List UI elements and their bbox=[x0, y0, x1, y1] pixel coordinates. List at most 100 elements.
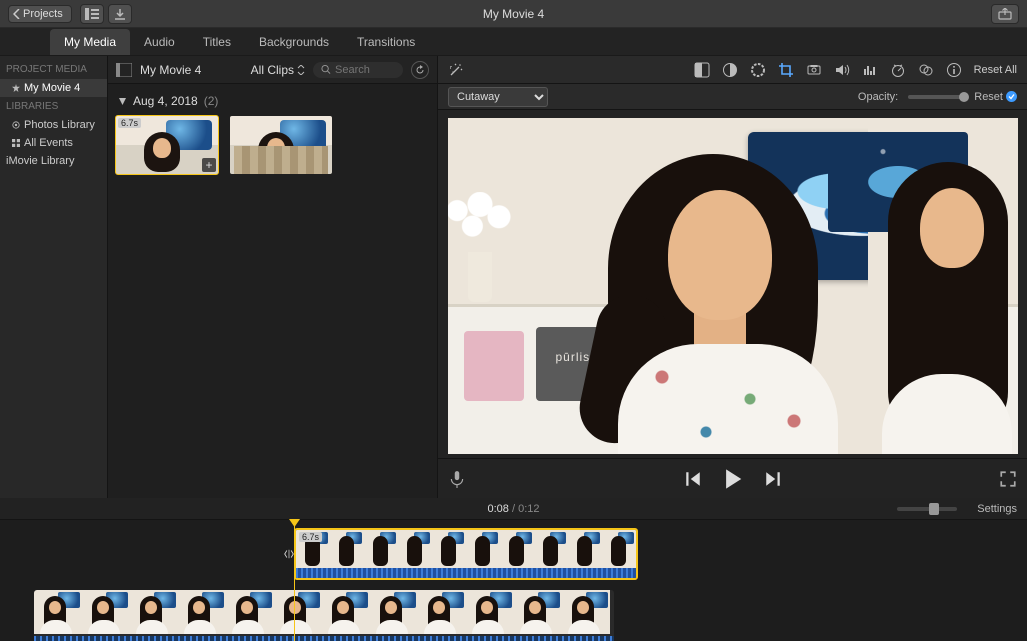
import-media-button[interactable] bbox=[108, 4, 132, 24]
share-button[interactable] bbox=[991, 4, 1019, 24]
window-title: My Movie 4 bbox=[483, 7, 544, 21]
overlay-clip-duration: 6.7s bbox=[299, 532, 322, 542]
timeline-settings-button[interactable]: Settings bbox=[977, 503, 1017, 515]
fullscreen-button[interactable] bbox=[999, 470, 1017, 488]
preview-cutaway-scene bbox=[868, 118, 1018, 454]
appearance-button[interactable] bbox=[411, 61, 429, 79]
crop-icon[interactable] bbox=[778, 62, 794, 78]
import-tool-group bbox=[80, 4, 132, 24]
current-time: 0:08 bbox=[487, 503, 508, 515]
sidebar-imovie-library[interactable]: iMovie Library bbox=[0, 152, 107, 170]
volume-icon[interactable] bbox=[834, 62, 850, 78]
clip-thumbnail-1[interactable]: 6.7s + bbox=[116, 116, 218, 174]
playhead[interactable] bbox=[294, 520, 295, 641]
color-wheel-icon[interactable] bbox=[750, 62, 766, 78]
disclosure-triangle-icon bbox=[118, 97, 127, 106]
timeline-zoom-slider[interactable] bbox=[897, 507, 957, 511]
previous-button[interactable] bbox=[684, 470, 702, 488]
speed-icon[interactable] bbox=[890, 62, 906, 78]
sidebar-all-events[interactable]: All Events bbox=[0, 134, 107, 152]
browser-toolbar: My Movie 4 All Clips bbox=[108, 56, 437, 84]
clip-thumbnail-2[interactable] bbox=[230, 116, 332, 174]
timeline-tracks[interactable]: 6.7s bbox=[0, 520, 1027, 641]
media-tabs: My Media Audio Titles Backgrounds Transi… bbox=[0, 28, 1027, 56]
primary-storyline-clip[interactable] bbox=[34, 590, 614, 641]
next-button[interactable] bbox=[764, 470, 782, 488]
imovie-library-label: iMovie Library bbox=[6, 155, 74, 167]
grid-icon bbox=[12, 139, 20, 147]
back-label: Projects bbox=[23, 8, 63, 20]
adjust-tool-icons: Reset All bbox=[694, 56, 1017, 84]
overlay-clip-waveform bbox=[296, 568, 636, 578]
project-name: My Movie 4 bbox=[24, 82, 80, 94]
clip-duration-badge: 6.7s bbox=[118, 118, 141, 128]
trim-handle-icon[interactable] bbox=[284, 532, 294, 576]
color-balance-icon[interactable] bbox=[694, 62, 710, 78]
overlay-mode-select[interactable]: Cutaway bbox=[448, 87, 548, 107]
sidebar-project-event[interactable]: My Movie 4 bbox=[0, 79, 107, 97]
primary-clip-waveform bbox=[34, 636, 614, 641]
timeline-header: 0:08 / 0:12 Settings bbox=[0, 498, 1027, 520]
stabilization-icon[interactable] bbox=[806, 62, 822, 78]
opacity-slider[interactable] bbox=[908, 95, 964, 99]
voiceover-mic-icon[interactable] bbox=[448, 470, 466, 488]
date-label: Aug 4, 2018 bbox=[133, 94, 198, 108]
flower-icon bbox=[12, 121, 20, 129]
reset-all-button[interactable]: Reset All bbox=[974, 64, 1017, 76]
applied-indicator-icon bbox=[1006, 91, 1017, 102]
total-time: 0:12 bbox=[518, 503, 539, 515]
main-area: PROJECT MEDIA My Movie 4 LIBRARIES Photo… bbox=[0, 56, 1027, 498]
video-preview[interactable]: pūrlisse bbox=[448, 118, 1018, 454]
date-group-header[interactable]: Aug 4, 2018 (2) bbox=[116, 90, 429, 112]
overlay-reset-label: Reset bbox=[974, 91, 1003, 103]
photos-library-label: Photos Library bbox=[24, 119, 95, 131]
back-to-projects-button[interactable]: Projects bbox=[8, 5, 72, 23]
preview-container: pūrlisse bbox=[438, 110, 1027, 458]
media-browser: My Movie 4 All Clips Aug 4, 2018 (2) bbox=[108, 56, 438, 498]
clips-filter-dropdown[interactable]: All Clips bbox=[251, 63, 305, 77]
browser-body: Aug 4, 2018 (2) 6.7s + bbox=[108, 84, 437, 498]
overlay-reset-button[interactable]: Reset bbox=[974, 91, 1017, 103]
add-clip-plus-button[interactable]: + bbox=[202, 158, 216, 172]
search-field[interactable] bbox=[313, 62, 403, 78]
clips-filter-label: All Clips bbox=[251, 63, 294, 77]
toggle-sidebar-icon[interactable] bbox=[116, 63, 132, 77]
libraries-sidebar: PROJECT MEDIA My Movie 4 LIBRARIES Photo… bbox=[0, 56, 108, 498]
clip-thumbnails-row: 6.7s + bbox=[116, 116, 429, 174]
tab-my-media[interactable]: My Media bbox=[50, 29, 130, 55]
transport-bar bbox=[438, 458, 1027, 498]
zoom-knob[interactable] bbox=[929, 503, 939, 515]
color-correction-icon[interactable] bbox=[722, 62, 738, 78]
viewer-adjust-toolbar: Reset All bbox=[438, 56, 1027, 84]
tab-titles[interactable]: Titles bbox=[189, 29, 245, 55]
noise-eq-icon[interactable] bbox=[862, 62, 878, 78]
all-events-label: All Events bbox=[24, 137, 73, 149]
date-count: (2) bbox=[204, 94, 219, 108]
title-bar: Projects My Movie 4 bbox=[0, 0, 1027, 28]
tab-audio[interactable]: Audio bbox=[130, 29, 189, 55]
browser-event-name: My Movie 4 bbox=[140, 63, 201, 77]
opacity-label: Opacity: bbox=[858, 91, 898, 103]
library-list-toggle-button[interactable] bbox=[80, 4, 104, 24]
project-media-header: PROJECT MEDIA bbox=[0, 60, 107, 79]
overlay-clip-frames bbox=[296, 530, 636, 568]
tab-transitions[interactable]: Transitions bbox=[343, 29, 429, 55]
viewer-pane: Reset All Cutaway Opacity: Reset pūrliss bbox=[438, 56, 1027, 498]
tab-backgrounds[interactable]: Backgrounds bbox=[245, 29, 343, 55]
play-button[interactable] bbox=[722, 468, 744, 490]
libraries-header: LIBRARIES bbox=[0, 97, 107, 116]
updown-icon bbox=[297, 65, 305, 75]
overlay-settings-panel: Cutaway Opacity: Reset bbox=[438, 84, 1027, 110]
primary-clip-frames bbox=[34, 590, 610, 634]
sidebar-photos-library[interactable]: Photos Library bbox=[0, 116, 107, 134]
enhance-wand-icon[interactable] bbox=[448, 62, 464, 78]
search-icon bbox=[321, 64, 331, 75]
search-input[interactable] bbox=[335, 64, 395, 76]
star-icon bbox=[12, 84, 20, 92]
info-icon[interactable] bbox=[946, 62, 962, 78]
circle-arrow-icon bbox=[415, 65, 425, 75]
timecode-display: 0:08 / 0:12 bbox=[487, 503, 539, 515]
slider-knob[interactable] bbox=[959, 92, 969, 102]
overlay-clip[interactable]: 6.7s bbox=[294, 528, 638, 580]
filters-icon[interactable] bbox=[918, 62, 934, 78]
